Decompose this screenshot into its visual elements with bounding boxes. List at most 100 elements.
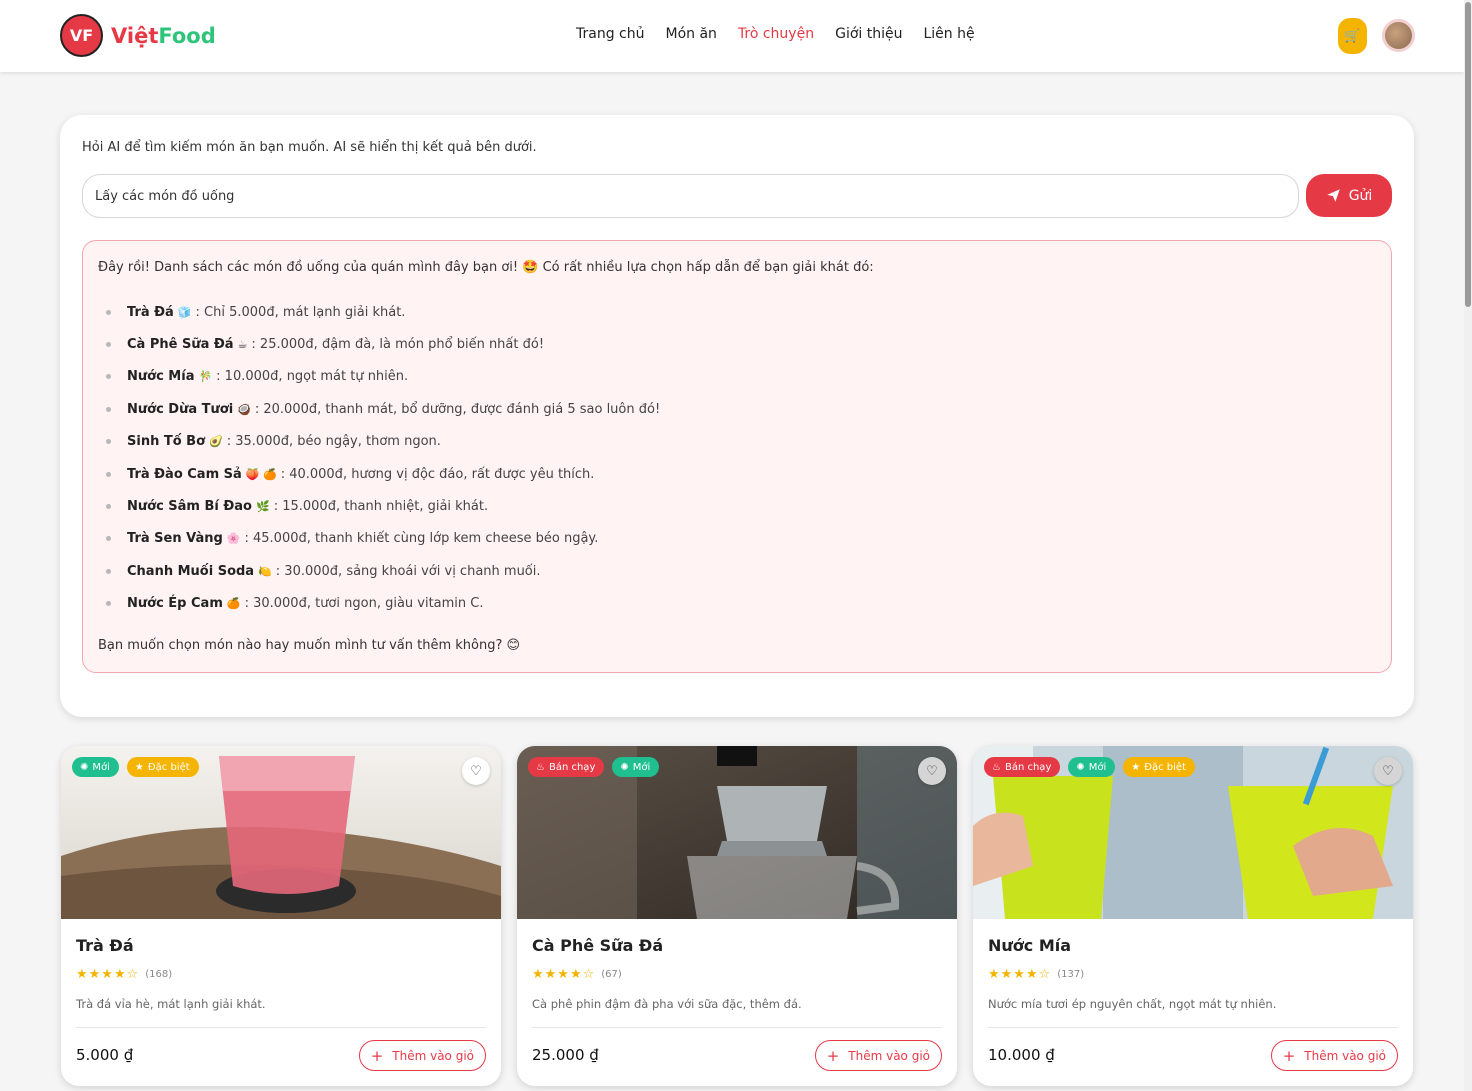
list-item: Cà Phê Sữa Đá ☕: 25.000đ, đậm đà, là món … (98, 328, 660, 360)
sparkle-icon: ✺ (1076, 761, 1085, 773)
bullet-icon (106, 601, 111, 607)
badge-row: ♨ Bán chạy ✺ Mới (528, 757, 660, 777)
lemon-icon: 🍋 (258, 564, 272, 578)
drink-name: Trà Sen Vàng (127, 531, 223, 547)
ai-response-outro: Bạn muốn chọn món nào hay muốn mình tư v… (98, 638, 521, 653)
rating-count: (137) (1057, 969, 1085, 980)
drink-name: Nước Sâm Bí Đao (127, 499, 252, 515)
herb-icon: 🌿 (256, 500, 270, 514)
list-item: Sinh Tố Bơ 🥑: 35.000đ, béo ngậy, thơm ngo… (98, 426, 660, 458)
product-name: Cà Phê Sữa Đá (532, 936, 664, 955)
drink-detail: : 20.000đ, thanh mát, bổ dưỡng, được đán… (254, 401, 661, 417)
badge-row: ♨ Bán chạy ✺ Mới ★ Đặc biệt (984, 757, 1196, 777)
badge-label: Đặc biệt (147, 761, 190, 773)
scrollbar-thumb[interactable] (1465, 2, 1471, 307)
list-item: Trà Đào Cam Sả 🍑 🍊: 40.000đ, hương vị độc… (98, 458, 660, 490)
add-to-cart-label: Thêm vào giỏ (848, 1048, 930, 1063)
product-rating: ★★★★☆ (137) (988, 967, 1084, 982)
ai-response-list: Trà Đá 🧊: Chỉ 5.000đ, mát lạnh giải khát.… (98, 296, 660, 620)
bullet-icon (106, 406, 111, 412)
drink-detail: : 40.000đ, hương vị độc đáo, rất được yê… (280, 466, 595, 482)
badge-new: ✺ Mới (612, 757, 660, 777)
heart-icon: ♡ (926, 763, 938, 779)
bullet-icon (106, 568, 111, 574)
add-to-cart-label: Thêm vào giỏ (392, 1048, 474, 1063)
badge-label: Bán chạy (1004, 761, 1052, 773)
divider (988, 1027, 1398, 1028)
badge-row: ✺ Mới ★ Đặc biệt (72, 757, 199, 777)
divider (532, 1027, 942, 1028)
peach-orange-icon: 🍑 🍊 (245, 467, 277, 481)
badge-label: Bán chạy (548, 761, 596, 773)
ai-response: Đây rồi! Danh sách các món đồ uống của q… (82, 240, 1392, 673)
badge-special: ★ Đặc biệt (1123, 757, 1196, 777)
product-card-nuoc-mia[interactable]: ♨ Bán chạy ✺ Mới ★ Đặc biệt ♡ Nước Mía ★★★★… (973, 746, 1413, 1086)
list-item: Trà Sen Vàng 🌸: 45.000đ, thanh khiết cùng… (98, 523, 660, 555)
bullet-icon (106, 342, 111, 348)
brand-logo[interactable]: VF ViệtFood (60, 14, 216, 57)
list-item: Nước Sâm Bí Đao 🌿: 15.000đ, thanh nhiệt, … (98, 490, 660, 522)
product-description: Cà phê phin đậm đà pha với sữa đặc, thêm… (532, 997, 802, 1011)
drink-name: Sinh Tố Bơ (127, 434, 206, 450)
badge-new: ✺ Mới (72, 757, 119, 777)
chat-input[interactable] (82, 174, 1299, 218)
drink-name: Chanh Muối Soda (127, 563, 255, 579)
cart-button[interactable]: 🛒 (1338, 18, 1367, 54)
drink-name: Nước Mía (127, 369, 195, 385)
list-item: Nước Dừa Tươi 🥥: 20.000đ, thanh mát, bổ d… (98, 393, 660, 425)
drink-detail: : 10.000đ, ngọt mát tự nhiên. (216, 369, 409, 385)
bamboo-icon: 🎋 (198, 370, 213, 384)
cart-icon: 🛒 (1344, 28, 1361, 44)
badge-label: Mới (632, 761, 651, 773)
badge-label: Mới (1088, 761, 1107, 773)
send-icon (1326, 189, 1340, 202)
rating-stars-icon: ★★★★☆ (76, 967, 140, 982)
drink-detail: : 15.000đ, thanh nhiệt, giải khát. (273, 499, 489, 515)
nav-item-home[interactable]: Trang chủ (576, 26, 644, 42)
nav-item-dishes[interactable]: Món ăn (665, 26, 716, 42)
rating-count: (67) (601, 969, 622, 980)
logo-badge: VF (60, 14, 103, 57)
chat-hint: Hỏi AI để tìm kiếm món ăn bạn muốn. AI s… (82, 140, 537, 155)
product-card-ca-phe-sua-da[interactable]: ♨ Bán chạy ✺ Mới ♡ Cà Phê Sữa Đá ★★★★☆ (67… (517, 746, 957, 1086)
main-nav: Trang chủ Món ăn Trò chuyện Giới thiệu L… (576, 26, 975, 42)
favorite-button[interactable]: ♡ (462, 757, 490, 785)
ai-chat-panel: Hỏi AI để tìm kiếm món ăn bạn muốn. AI s… (60, 115, 1414, 717)
product-name: Nước Mía (988, 936, 1072, 955)
drink-name: Cà Phê Sữa Đá (127, 337, 234, 353)
add-to-cart-button[interactable]: + Thêm vào giỏ (1270, 1040, 1398, 1071)
bullet-icon (106, 309, 111, 315)
orange-icon: 🍊 (226, 597, 241, 611)
product-rating: ★★★★☆ (168) (76, 967, 172, 982)
badge-bestseller: ♨ Bán chạy (984, 757, 1061, 777)
divider (76, 1027, 486, 1028)
blossom-icon: 🌸 (226, 532, 241, 546)
product-rating: ★★★★☆ (67) (532, 967, 622, 982)
heart-icon: ♡ (1382, 763, 1394, 779)
user-avatar[interactable] (1382, 19, 1415, 52)
coconut-icon: 🥥 (237, 402, 251, 416)
list-item: Nước Ép Cam 🍊: 30.000đ, tươi ngon, giàu v… (98, 588, 660, 620)
plus-icon: + (370, 1046, 384, 1065)
sparkle-icon: ✺ (80, 761, 89, 773)
bullet-icon (106, 374, 111, 380)
favorite-button[interactable]: ♡ (918, 757, 946, 785)
nav-item-about[interactable]: Giới thiệu (835, 26, 902, 42)
favorite-button[interactable]: ♡ (1374, 757, 1402, 785)
nav-item-chat[interactable]: Trò chuyện (738, 26, 814, 42)
heart-icon: ♡ (470, 763, 482, 779)
add-to-cart-button[interactable]: + Thêm vào giỏ (814, 1040, 942, 1071)
nav-item-contact[interactable]: Liên hệ (923, 26, 974, 42)
bullet-icon (106, 471, 111, 477)
drink-detail: : 25.000đ, đậm đà, là món phổ biến nhất … (251, 337, 545, 353)
list-item: Nước Mía 🎋: 10.000đ, ngọt mát tự nhiên. (98, 361, 660, 393)
drink-detail: : Chỉ 5.000đ, mát lạnh giải khát. (195, 304, 406, 320)
badge-label: Đặc biệt (1144, 761, 1187, 773)
product-card-tra-da[interactable]: ✺ Mới ★ Đặc biệt ♡ Trà Đá ★★★★☆ (168) Trà … (61, 746, 501, 1086)
rating-stars-icon: ★★★★☆ (532, 967, 596, 982)
brand-name: ViệtFood (111, 24, 216, 48)
product-description: Trà đá vỉa hè, mát lạnh giải khát. (76, 997, 266, 1011)
add-to-cart-label: Thêm vào giỏ (1304, 1048, 1386, 1063)
send-button[interactable]: Gửi (1306, 174, 1392, 217)
add-to-cart-button[interactable]: + Thêm vào giỏ (358, 1040, 486, 1071)
